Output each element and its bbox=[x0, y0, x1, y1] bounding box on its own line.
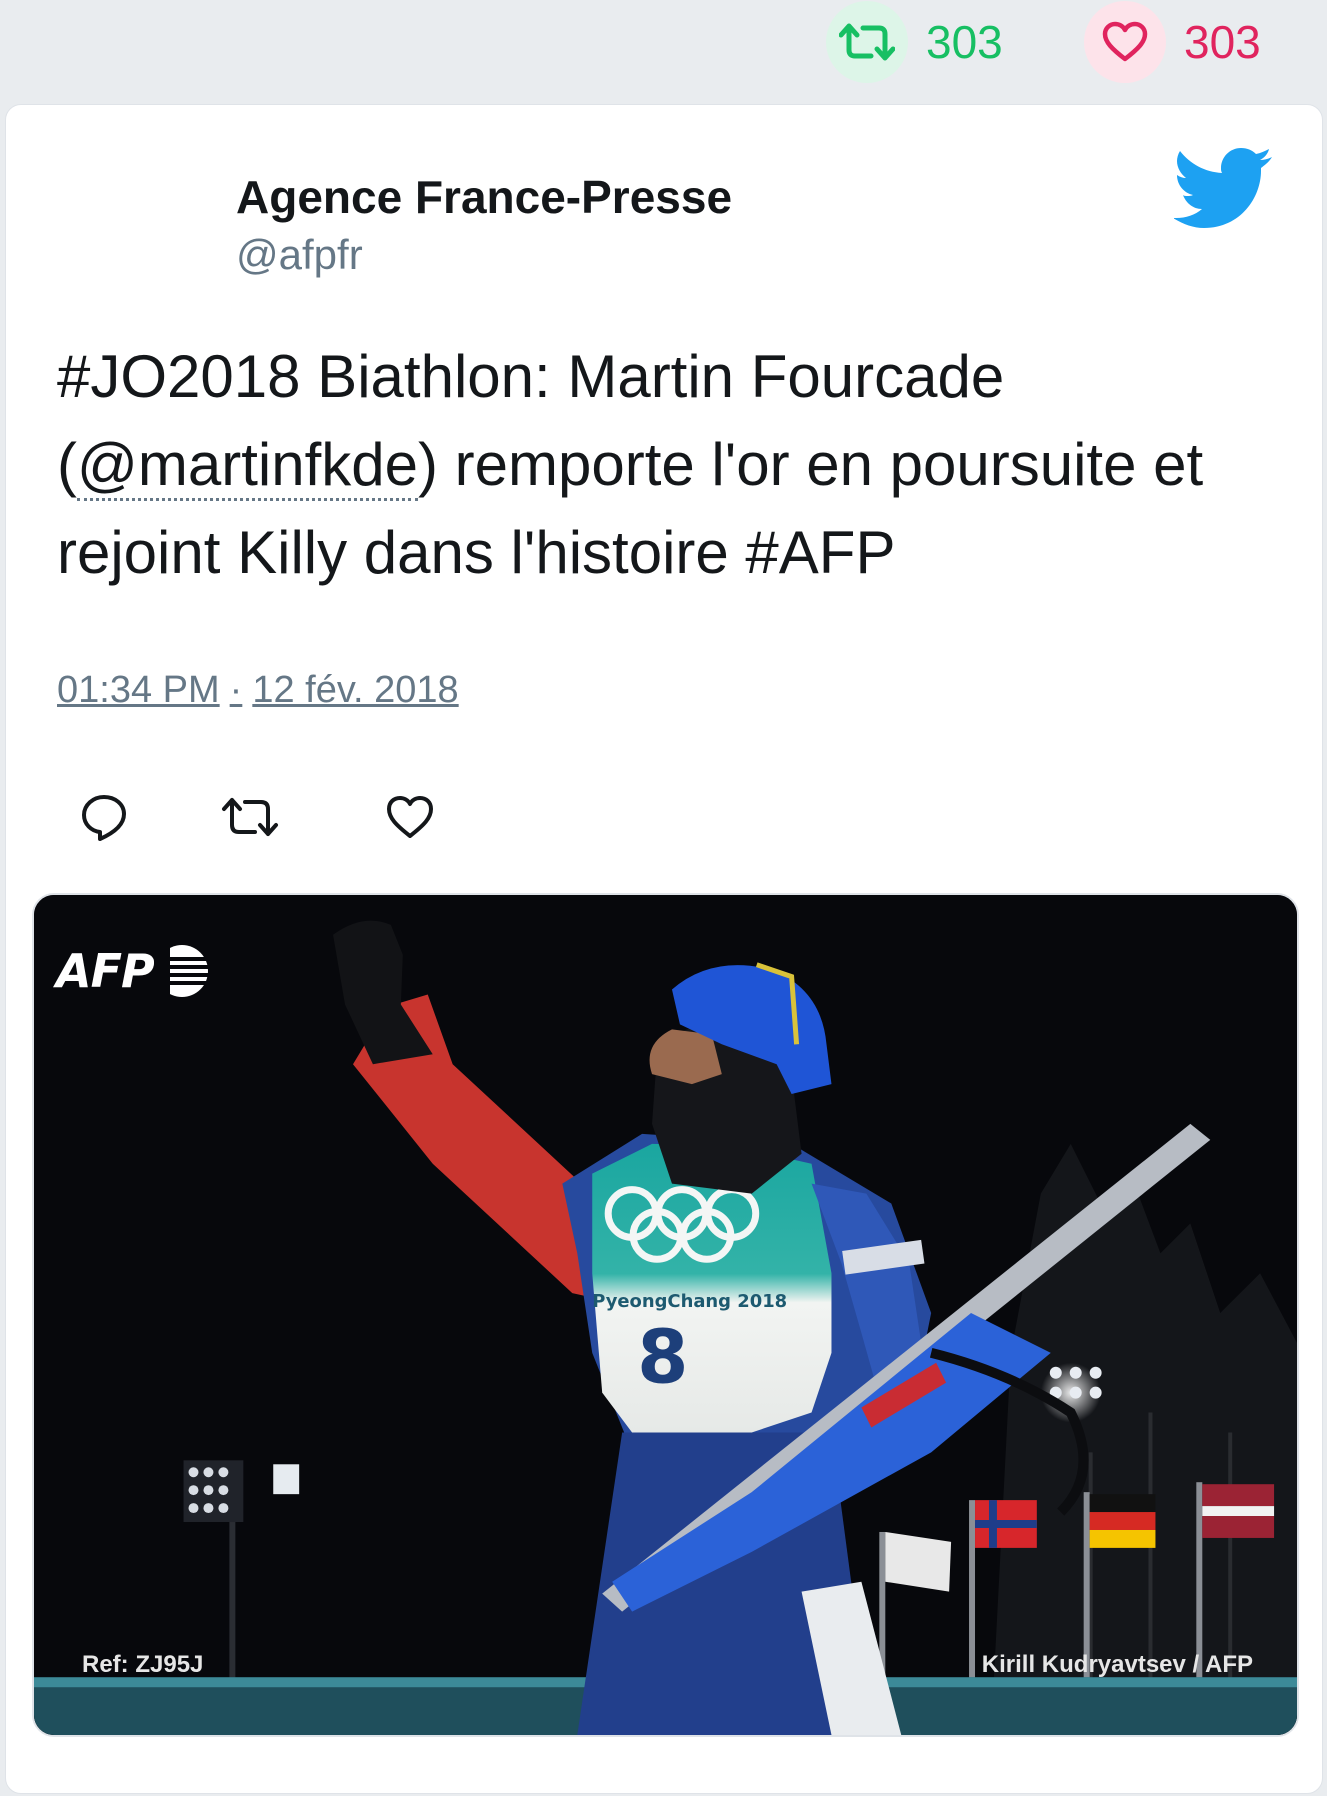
afp-logo: AFP bbox=[56, 943, 210, 999]
tweet-text: #JO2018 Biathlon: Martin Fourcade (@mart… bbox=[57, 333, 1297, 597]
timestamp-separator: · bbox=[229, 669, 243, 711]
engagement-counters: 303 303 bbox=[0, 0, 1327, 100]
mention-link[interactable]: @martinfkde bbox=[76, 431, 418, 501]
tweet-time: 01:34 PM bbox=[57, 669, 220, 711]
bib-number: 8 bbox=[637, 1316, 688, 1401]
tweet-card: Agence France-Presse @afpfr #JO2018 Biat… bbox=[5, 104, 1323, 1794]
retweet-counter[interactable]: 303 bbox=[826, 0, 1003, 84]
bib-text: PyeongChang 2018 bbox=[592, 1291, 787, 1312]
author-handle[interactable]: @afpfr bbox=[236, 227, 732, 283]
author-name[interactable]: Agence France-Presse bbox=[236, 167, 732, 227]
like-count: 303 bbox=[1184, 16, 1261, 68]
like-counter[interactable]: 303 bbox=[1084, 0, 1261, 84]
retweet-icon[interactable] bbox=[826, 1, 908, 83]
tweet-photo[interactable]: PyeongChang 2018 8 AFP Ref: ZJ95J Kirill… bbox=[32, 893, 1299, 1737]
photo-credit: Kirill Kudryavtsev / AFP bbox=[981, 1651, 1253, 1678]
afp-wordmark: AFP bbox=[56, 944, 155, 998]
like-action-icon[interactable] bbox=[380, 787, 440, 847]
retweet-action-icon[interactable] bbox=[220, 787, 280, 847]
photo-ref: Ref: ZJ95J bbox=[82, 1651, 204, 1678]
tweet-timestamp[interactable]: 01:34 PM · 12 fév. 2018 bbox=[57, 669, 459, 712]
photo-scene: PyeongChang 2018 8 bbox=[34, 895, 1297, 1735]
heart-icon[interactable] bbox=[1084, 1, 1166, 83]
retweet-count: 303 bbox=[926, 16, 1003, 68]
twitter-bird-icon[interactable] bbox=[1173, 147, 1274, 231]
reply-icon[interactable] bbox=[74, 787, 134, 847]
tweet-date: 12 fév. 2018 bbox=[252, 669, 459, 711]
afp-globe-icon bbox=[153, 943, 208, 999]
author-block[interactable]: Agence France-Presse @afpfr bbox=[236, 167, 732, 283]
